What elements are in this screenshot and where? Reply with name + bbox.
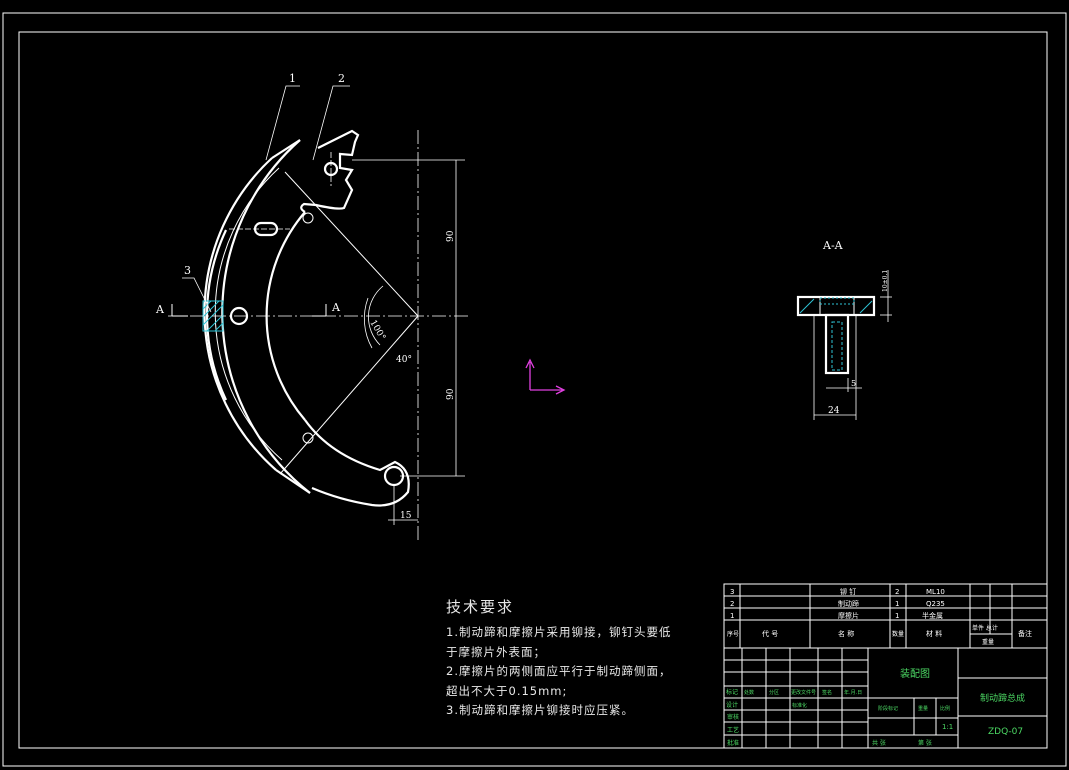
tech-requirements-title: 技术要求 [446,598,515,616]
bom-row-1-no: 1 [730,612,734,620]
dim-width-24: 24 [828,406,840,416]
dim-lower-90: 90 [446,388,456,400]
tb-row-review: 审核 [727,713,739,721]
tb-field-count: 处数 [744,689,754,696]
section-view-aa [796,270,892,420]
dim-15: 15 [400,511,412,521]
bom-header-unit-total: 单件 总计 [972,624,998,632]
bom-row-1-name: 摩擦片 [838,611,859,620]
bom-row-2-material: Q235 [926,600,945,608]
tb-field-weight: 重量 [918,705,928,712]
bom-row-1-qty: 1 [895,612,899,620]
brake-shoe-view [168,129,470,540]
bom-row-1-material: 半金属 [922,611,943,620]
tb-field-zone: 分区 [769,689,779,696]
bom-header-weight: 重量 [982,638,994,646]
tb-field-stage: 阶段标记 [878,705,898,712]
tech-requirements: 技术要求 1.制动蹄和摩擦片采用铆接，铆钉头要低 于摩擦片外表面； 2.摩擦片的… [446,596,671,721]
bom-row-2-qty: 1 [895,600,899,608]
drawing-type: 装配图 [900,667,930,680]
dim-height-small: 10±0.1 [882,270,889,292]
tech-req-line-2: 于摩擦片外表面； [446,644,546,659]
part-label-1: 1 [289,72,296,85]
drawing-name: 制动蹄总成 [980,692,1025,704]
view-title-aa: A-A [822,239,844,252]
tb-row-approve: 批准 [727,739,739,747]
section-arrows [171,304,327,317]
bom-row-2-name: 制动蹄 [838,599,859,608]
bom-header-qty: 数量 [892,630,904,638]
dim-upper-90: 90 [446,230,456,242]
bom-header-material: 材 料 [926,629,942,638]
bom-header-name: 名 称 [838,629,854,638]
tech-req-line-5: 3.制动蹄和摩擦片铆接时应压紧。 [446,703,634,717]
ucs-icon [525,358,566,395]
tb-field-date: 年.月.日 [844,689,862,696]
part-label-2: 2 [338,72,345,85]
tb-field-ratio: 比例 [940,705,950,712]
bom-row-2-no: 2 [730,600,734,608]
tb-row-process: 工艺 [727,726,739,734]
bom-header-no: 序号 [727,630,739,638]
dim-thick-5: 5 [851,379,856,388]
bom-row-3-material: ML10 [926,588,945,596]
dim-angle-40: 40° [396,355,412,365]
tb-field-total-sheets: 共 张 [872,739,886,747]
tb-field-standard: 标准化 [792,702,807,709]
tech-req-line-4: 超出不大于0.15mm; [446,683,568,698]
tech-req-line-3: 2.摩擦片的两侧面应平行于制动蹄侧面， [446,664,672,678]
tb-field-sheet-no: 第 张 [918,739,932,747]
bom-header-code: 代 号 [762,629,778,638]
part-label-3: 3 [184,264,191,277]
tb-field-change-doc: 更改文件号 [791,689,816,696]
drawing-scale: 1:1 [942,723,953,731]
bom-row-3-no: 3 [730,588,734,596]
tb-field-sign: 签名 [822,689,832,696]
bom-header-remark: 备注 [1018,629,1032,638]
section-mark-right: A [331,301,341,314]
tb-row-mark: 标记 [726,688,738,696]
drawing-number: ZDQ-07 [988,727,1023,737]
tb-row-design: 设计 [726,701,738,709]
tech-req-line-1: 1.制动蹄和摩擦片采用铆接，铆钉头要低 [446,625,672,639]
title-block [723,583,1048,749]
bom-row-3-qty: 2 [895,588,899,596]
bom-row-3-name: 铆 钉 [840,587,856,596]
section-mark-left: A [155,303,165,316]
